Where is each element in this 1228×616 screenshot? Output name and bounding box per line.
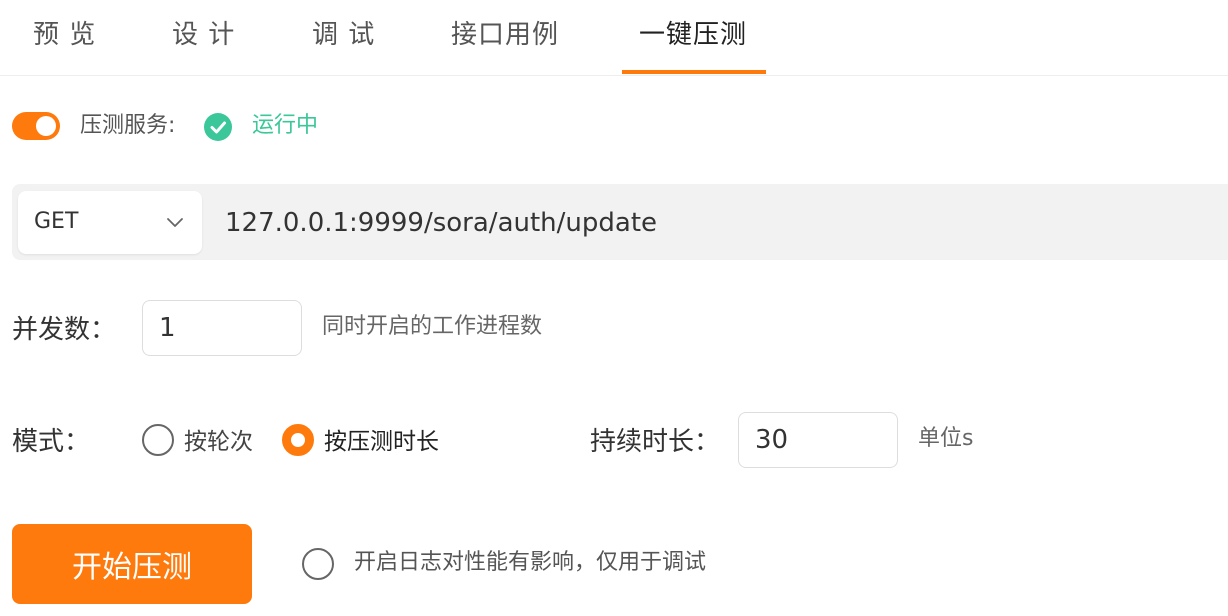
tab-api-cases[interactable]: 接口用例 <box>451 16 559 54</box>
tab-design[interactable]: 设 计 <box>172 16 235 54</box>
toggle-knob <box>36 116 56 136</box>
concurrency-input[interactable] <box>142 300 302 356</box>
tab-debug[interactable]: 调 试 <box>312 16 375 54</box>
url-input[interactable]: 127.0.0.1:9999/sora/auth/update <box>225 205 657 241</box>
method-select[interactable]: GET <box>18 191 202 254</box>
radio-by-duration-label[interactable]: 按压测时长 <box>324 425 439 459</box>
service-label: 压测服务: <box>80 113 176 138</box>
log-option-radio[interactable] <box>302 548 334 580</box>
tab-bar: 预 览 设 计 调 试 接口用例 一键压测 <box>0 0 1228 76</box>
start-load-test-button[interactable]: 开始压测 <box>12 524 252 604</box>
duration-label: 持续时长： <box>590 427 721 457</box>
chevron-down-icon <box>167 218 183 227</box>
mode-label: 模式： <box>12 427 91 457</box>
service-toggle[interactable] <box>12 112 60 140</box>
duration-unit: 单位s <box>918 426 974 451</box>
active-tab-indicator <box>622 70 766 74</box>
radio-by-rounds-label[interactable]: 按轮次 <box>184 425 253 459</box>
check-circle-icon <box>204 113 232 141</box>
tab-preview[interactable]: 预 览 <box>33 16 96 54</box>
log-option-label[interactable]: 开启日志对性能有影响，仅用于调试 <box>354 547 706 579</box>
method-value: GET <box>34 209 79 234</box>
concurrency-hint: 同时开启的工作进程数 <box>322 314 543 339</box>
service-status: 运行中 <box>252 113 319 138</box>
radio-by-duration[interactable] <box>282 424 314 456</box>
tab-load-test[interactable]: 一键压测 <box>639 16 747 54</box>
radio-by-rounds[interactable] <box>142 424 174 456</box>
duration-input[interactable] <box>738 412 898 468</box>
concurrency-label: 并发数： <box>12 315 117 345</box>
